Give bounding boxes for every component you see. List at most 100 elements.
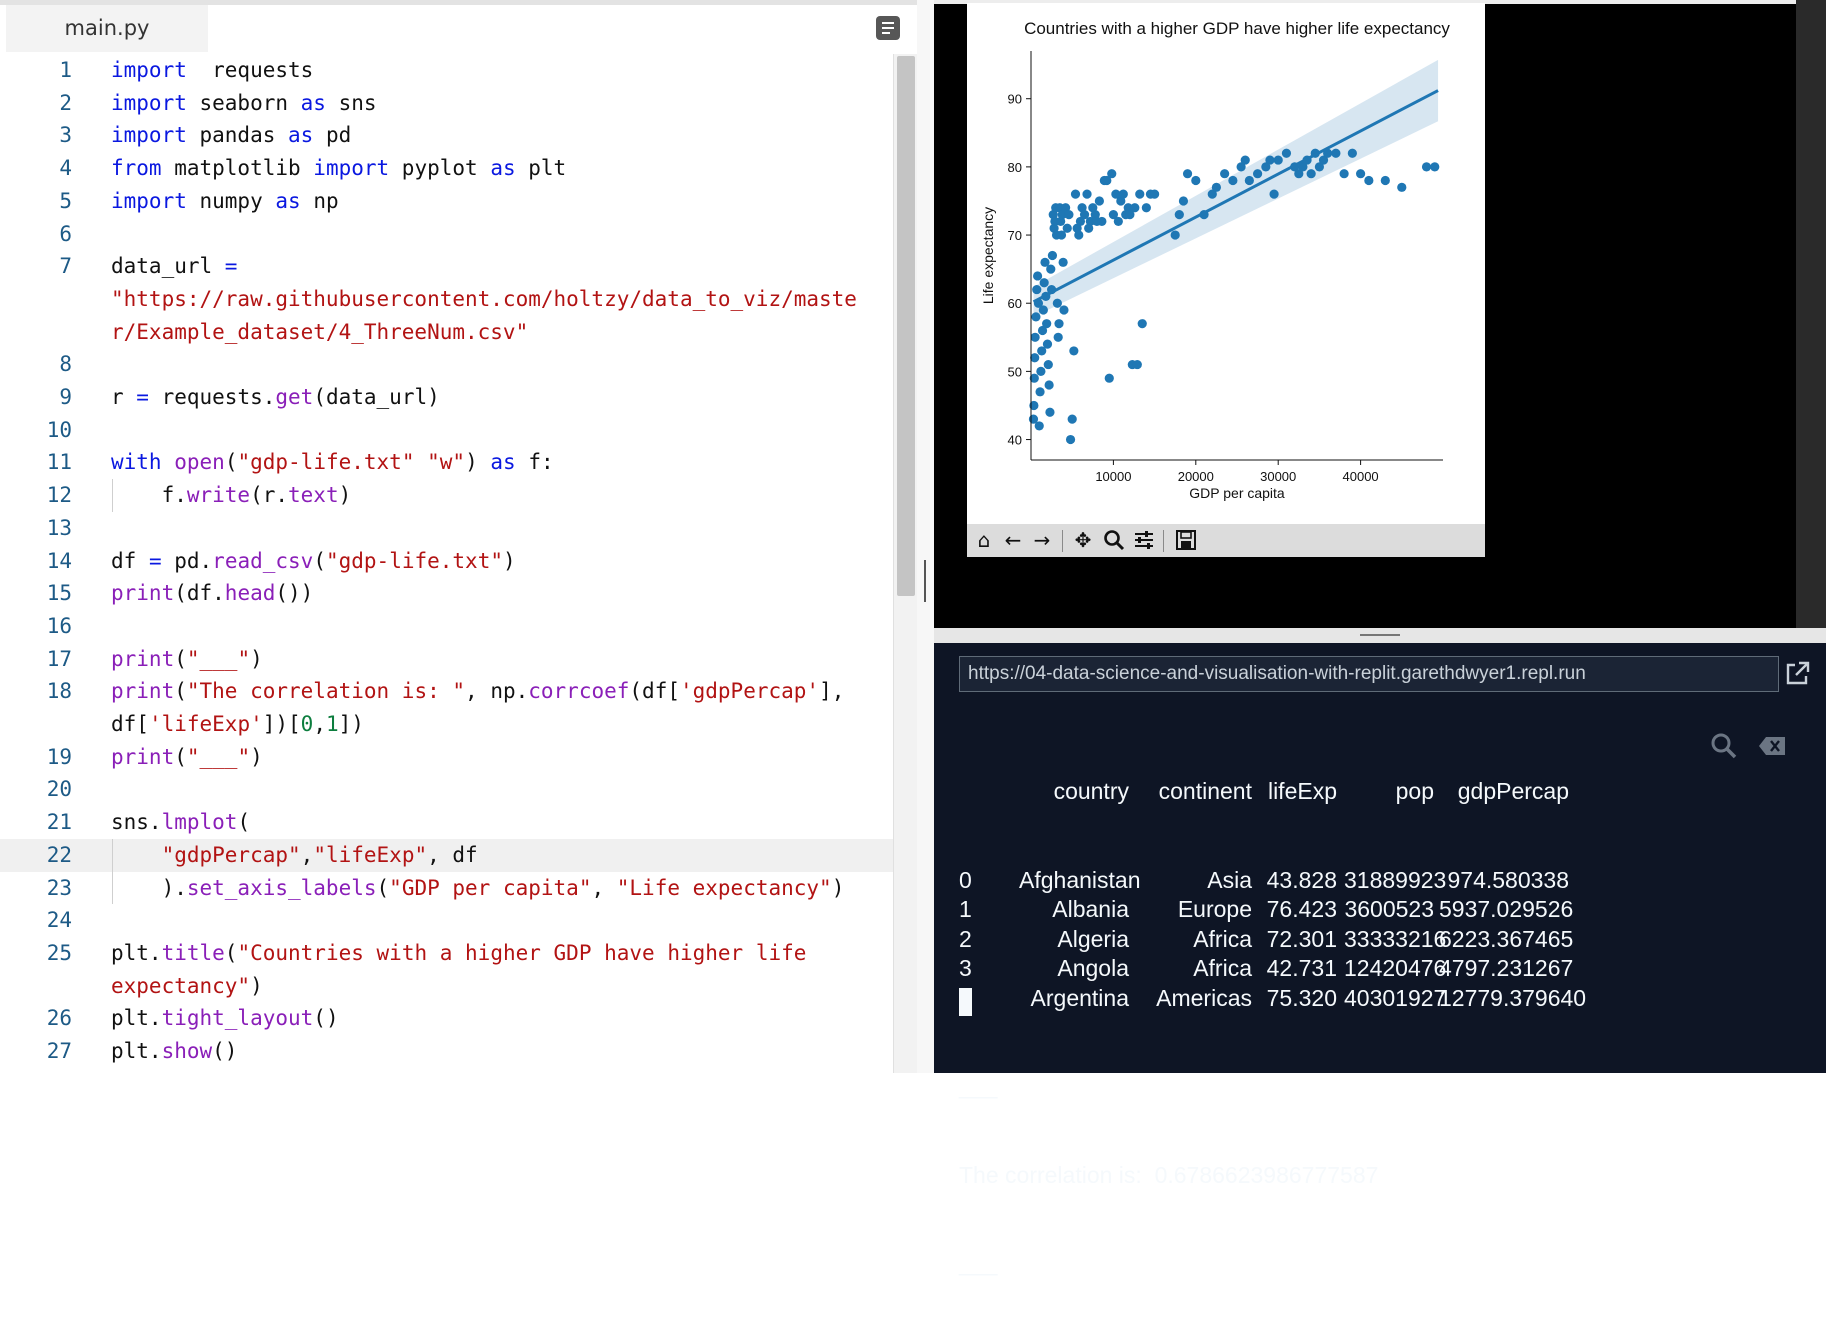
code-line[interactable]: 2 import seaborn as sns (0, 87, 893, 120)
code-line[interactable]: 27 plt.show() (0, 1035, 893, 1068)
pan-icon[interactable]: ✥ (1072, 529, 1094, 551)
code-text: print("___") (111, 643, 263, 676)
search-icon[interactable] (1709, 731, 1739, 761)
plot-window[interactable]: Countries with a higher GDP have higher … (967, 3, 1485, 557)
code-token: text (288, 483, 339, 508)
code-token: plt. (111, 940, 162, 965)
code-area[interactable]: 1 import requests 2 import seaborn as sns 3 i… (0, 54, 893, 1073)
data-point (1253, 169, 1263, 179)
tab-main-py[interactable]: main.py (6, 5, 208, 52)
back-arrow-icon[interactable]: ← (1002, 529, 1024, 551)
code-token: ])[ (262, 712, 301, 736)
editor-menu-icon[interactable] (876, 16, 900, 40)
vertical-splitter[interactable] (917, 0, 934, 1073)
code-line[interactable]: 8 (0, 348, 893, 381)
code-token: as (490, 450, 516, 475)
data-point (1045, 407, 1055, 417)
code-token: ) (831, 875, 845, 900)
data-point (1331, 148, 1341, 158)
open-in-new-tab-icon[interactable] (1784, 659, 1812, 687)
code-line[interactable]: 18 print("The correlation is: ", np.corrc… (0, 675, 893, 708)
code-token: ( (313, 548, 326, 573)
code-line[interactable]: 11 with open("gdp-life.txt" "w") as f: (0, 446, 893, 479)
code-line[interactable]: 24 (0, 904, 893, 937)
code-line[interactable]: 25 plt.title("Countries with a higher GDP… (0, 937, 893, 970)
splitter-grip[interactable] (924, 560, 926, 602)
data-point (1107, 169, 1117, 179)
code-token: get (275, 385, 314, 409)
x-tick-label: 40000 (1343, 469, 1379, 484)
code-line[interactable]: 26 plt.tight_layout() (0, 1002, 893, 1035)
code-line[interactable]: 3 import pandas as pd (0, 119, 893, 152)
code-token: ]) (338, 712, 364, 736)
code-token: show (161, 1039, 213, 1063)
code-line[interactable]: 19 print("___") (0, 741, 893, 774)
code-line[interactable]: 1 import requests (0, 54, 893, 87)
code-token: = (136, 385, 149, 409)
data-point (1137, 319, 1147, 329)
table-cell: 974.580338 (1447, 866, 1569, 893)
splitter-grip[interactable] (1360, 634, 1400, 636)
line-number: 4 (59, 156, 72, 181)
table-cell: Africa (1193, 925, 1252, 952)
code-line[interactable]: 21 sns.lmplot( (0, 806, 893, 839)
code-token: sns. (111, 810, 162, 835)
code-token: pandas (186, 123, 289, 148)
code-line[interactable]: 12 f.write(r.text) (0, 479, 893, 512)
code-line[interactable]: 20 (0, 773, 893, 806)
code-line[interactable]: 9 r = requests.get(data_url) (0, 381, 893, 414)
code-token: "gdp-life.txt" (325, 548, 503, 573)
home-icon[interactable]: ⌂ (973, 529, 995, 551)
code-token: r/Example_dataset/4_ThreeNum.csv" (111, 319, 529, 344)
save-icon[interactable] (1175, 529, 1197, 551)
code-line[interactable]: 6 (0, 218, 893, 251)
code-line[interactable]: 23 ).set_axis_labels("GDP per capita", "… (0, 872, 893, 905)
url-field[interactable]: https://04-data-science-and-visualisatio… (959, 656, 1779, 692)
editor-scroll-thumb[interactable] (897, 56, 915, 596)
code-token: ( (224, 450, 238, 475)
data-point (1070, 189, 1081, 199)
code-token: 'gdpPercap' (679, 679, 820, 704)
code-line[interactable]: 5 import numpy as np (0, 185, 893, 218)
data-point (1082, 189, 1092, 199)
code-token: ). (111, 875, 187, 900)
code-token: requests. (148, 385, 276, 409)
code-line[interactable]: 16 (0, 610, 893, 643)
console-cursor (959, 988, 972, 1016)
data-point (1032, 284, 1042, 295)
code-line[interactable]: 15 print(df.head()) (0, 577, 893, 610)
code-line[interactable]: "https://raw.githubusercontent.com/holtz… (0, 283, 893, 316)
code-token: "https://raw.githubusercontent.com/holtz… (111, 286, 857, 311)
configure-icon[interactable] (1133, 529, 1155, 551)
code-text: "https://raw.githubusercontent.com/holtz… (111, 283, 857, 316)
editor-scrollbar[interactable] (893, 54, 918, 1073)
clear-console-icon[interactable] (1758, 735, 1788, 757)
horizontal-splitter[interactable] (934, 628, 1826, 643)
code-line[interactable]: 4 from matplotlib import pyplot as plt (0, 152, 893, 185)
code-token: pd. (161, 548, 213, 573)
data-point (1141, 203, 1151, 213)
code-line[interactable]: 14 df = pd.read_csv("gdp-life.txt") (0, 545, 893, 578)
code-editor[interactable]: main.py 1 import requests 2 import seaborn … (0, 0, 927, 1073)
code-line[interactable]: 13 (0, 512, 893, 545)
code-token: (df[ (629, 679, 680, 704)
code-token: ) (465, 450, 491, 475)
code-line[interactable]: 17 print("___") (0, 643, 893, 676)
data-point (1067, 414, 1077, 424)
code-line[interactable]: 10 (0, 414, 893, 447)
code-line[interactable]: r/Example_dataset/4_ThreeNum.csv" (0, 316, 893, 349)
data-point (1170, 230, 1180, 240)
table-cell: 2 (959, 925, 972, 952)
code-token: ], (819, 679, 845, 704)
code-line[interactable]: df['lifeExp'])[0,1]) (0, 708, 893, 741)
data-point (1191, 175, 1201, 186)
code-token: ()) (275, 581, 314, 606)
code-line[interactable]: 22 "gdpPercap","lifeExp", df (0, 838, 893, 872)
code-line[interactable]: expectancy") (0, 970, 893, 1003)
forward-arrow-icon[interactable]: → (1031, 529, 1053, 551)
code-line[interactable]: 7 data_url = (0, 250, 893, 283)
table-cell: Europe (1177, 896, 1252, 922)
console-pane[interactable]: https://04-data-science-and-visualisatio… (934, 643, 1826, 1276)
zoom-icon[interactable] (1103, 529, 1125, 551)
